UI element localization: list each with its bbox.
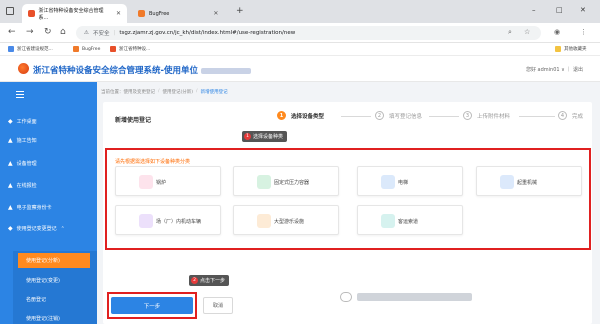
- back-arrow-icon[interactable]: ←: [8, 27, 16, 37]
- tab-close-icon[interactable]: ✕: [116, 10, 121, 17]
- app-title: 浙江省特种设备安全综合管理系统-使用单位: [33, 64, 252, 76]
- equipment-tile-vehicle[interactable]: 场（厂）内机动车辆: [115, 205, 221, 235]
- sidebar-item-device[interactable]: ▲ 设备管理: [8, 160, 37, 167]
- site-favicon-icon: [28, 10, 35, 17]
- sidebar-item-register[interactable]: ◆ 使用登记变更登记 ⌃: [8, 225, 65, 232]
- step-1: 1 选择设备类型: [277, 111, 324, 120]
- annotation-callout-1: 1 选择设备种类: [242, 131, 288, 142]
- watermark-text-blurred: [357, 293, 472, 301]
- sidebar-subitem-change[interactable]: 使用登记(变更): [18, 273, 90, 288]
- sidebar-item-desk[interactable]: ◆ 工作桌面: [8, 118, 37, 125]
- registration-card: 新增使用登记 1 选择设备类型 2 填写登记信息 3 上传附件材料 4 完成 1…: [103, 102, 592, 324]
- browser-tab-bugfree[interactable]: BugFree ✕: [132, 4, 232, 23]
- user-menu[interactable]: 您好 admin01 ∨ ｜ 退出: [526, 66, 583, 73]
- chevron-up-icon: ⌃: [60, 225, 65, 232]
- register-icon: ◆: [8, 225, 13, 232]
- reload-icon[interactable]: ↻: [44, 27, 52, 37]
- desk-icon: ◆: [8, 118, 13, 125]
- bookmark-label: 其他收藏夹: [564, 47, 587, 52]
- bugfree-favicon-icon: [138, 10, 145, 17]
- unit-name-redacted: [201, 67, 252, 74]
- step-connector: [341, 116, 371, 117]
- notice-icon: ▲: [8, 137, 13, 144]
- step-2: 2 填写登记信息: [375, 111, 422, 120]
- app-header: 浙江省特种设备安全综合管理系统-使用单位 您好 admin01 ∨ ｜ 退出: [0, 56, 600, 82]
- menu-toggle-icon[interactable]: [16, 91, 24, 100]
- main-content: 当前位置：使用及变更登记 / 使用登记(分新) / 新增使用登记 新增使用登记 …: [97, 82, 600, 324]
- step-3: 3 上传附件材料: [463, 111, 510, 120]
- equipment-tile-crane[interactable]: 起重机械: [476, 166, 582, 196]
- home-icon[interactable]: ⌂: [60, 27, 66, 37]
- window-menu-icon[interactable]: [6, 7, 14, 15]
- tab-title: BugFree: [149, 10, 170, 17]
- search-icon[interactable]: ⌕: [508, 28, 512, 37]
- elevator-icon: [381, 175, 395, 189]
- folder-icon: [555, 46, 561, 52]
- tab-close-icon[interactable]: ✕: [213, 10, 218, 17]
- vehicle-icon: [139, 214, 153, 228]
- card-icon: ▲: [8, 204, 13, 211]
- address-bar: ← → ↻ ⌂ ⚠ 不安全 | tsgz.zjamr.zj.gov.cn/jc_…: [0, 23, 600, 43]
- bugfree-icon: [73, 46, 79, 52]
- bookmarks-bar: 浙江省建设规范... BugFree 浙江省特种设... 其他收藏夹: [0, 43, 600, 56]
- bookmark-item[interactable]: BugFree: [73, 46, 100, 52]
- page-title: 新增使用登记: [115, 117, 152, 124]
- sidebar-item-notice[interactable]: ▲ 施工告知: [8, 137, 37, 144]
- profile-icon[interactable]: ◉: [554, 28, 560, 36]
- tab-title: 浙江省特种设备安全综合管理系...: [38, 7, 104, 21]
- boiler-icon: [139, 175, 153, 189]
- pressure-vessel-icon: [257, 175, 271, 189]
- minimize-button[interactable]: –: [532, 6, 536, 14]
- device-icon: ▲: [8, 160, 13, 167]
- ropeway-icon: [381, 214, 395, 228]
- wechat-icon: [340, 292, 352, 302]
- equipment-tile-ropeway[interactable]: 客运索道: [357, 205, 463, 235]
- more-menu-icon[interactable]: ⋮: [580, 28, 587, 36]
- next-button[interactable]: 下一步: [111, 297, 193, 314]
- sidebar-subitem-new[interactable]: 使用登记(分新): [18, 253, 90, 268]
- bookmark-label: 浙江省建设规范...: [17, 47, 53, 52]
- breadcrumb: 当前位置：使用及变更登记 / 使用登记(分新) / 新增使用登记: [101, 89, 228, 95]
- browser-tab-active[interactable]: 浙江省特种设备安全综合管理系... ✕: [22, 4, 127, 23]
- bookmark-item[interactable]: 浙江省建设规范...: [8, 46, 53, 52]
- star-icon[interactable]: ☆: [524, 28, 530, 36]
- step-connector: [429, 116, 459, 117]
- close-window-button[interactable]: ✕: [580, 6, 586, 14]
- amusement-icon: [257, 214, 271, 228]
- equipment-tile-pressure-vessel[interactable]: 固定式压力容器: [233, 166, 339, 196]
- annotation-callout-2: 2 点击下一步: [189, 275, 230, 286]
- equipment-tile-elevator[interactable]: 电梯: [357, 166, 463, 196]
- sidebar-item-card[interactable]: ▲ 电子监察身份卡: [8, 204, 52, 211]
- equipment-tile-amusement[interactable]: 大型游乐设施: [233, 205, 339, 235]
- equipment-tile-boiler[interactable]: 锅炉: [115, 166, 221, 196]
- url-text: tsgz.zjamr.zj.gov.cn/jc_kh/dist/index.ht…: [119, 30, 296, 36]
- bookmark-item[interactable]: 浙江省特种设...: [110, 46, 150, 52]
- step-connector: [519, 116, 555, 117]
- security-label[interactable]: 不安全: [93, 29, 110, 37]
- inspect-icon: ▲: [8, 182, 13, 189]
- site-bookmark-icon: [110, 46, 116, 52]
- forward-arrow-icon[interactable]: →: [26, 27, 34, 37]
- app-logo-icon: [18, 63, 29, 74]
- crane-icon: [500, 175, 514, 189]
- sidebar-subitem-roster[interactable]: 名册登记: [18, 292, 90, 307]
- url-input[interactable]: ⚠ 不安全 | tsgz.zjamr.zj.gov.cn/jc_kh/dist/…: [76, 26, 541, 40]
- apps-icon: [8, 46, 14, 52]
- watermark: [340, 292, 472, 302]
- sidebar-item-inspect[interactable]: ▲ 在线报检: [8, 182, 37, 189]
- bookmark-label: 浙江省特种设...: [119, 47, 151, 52]
- maximize-button[interactable]: □: [556, 6, 563, 14]
- new-tab-button[interactable]: +: [236, 6, 244, 16]
- browser-tab-bar: 浙江省特种设备安全综合管理系... ✕ BugFree ✕ + – □ ✕: [0, 0, 600, 23]
- other-bookmarks[interactable]: 其他收藏夹: [555, 46, 587, 52]
- step-4: 4 完成: [558, 111, 583, 120]
- warning-icon: ⚠: [84, 30, 89, 36]
- cancel-button[interactable]: 取消: [203, 297, 233, 314]
- bookmark-label: BugFree: [82, 46, 101, 52]
